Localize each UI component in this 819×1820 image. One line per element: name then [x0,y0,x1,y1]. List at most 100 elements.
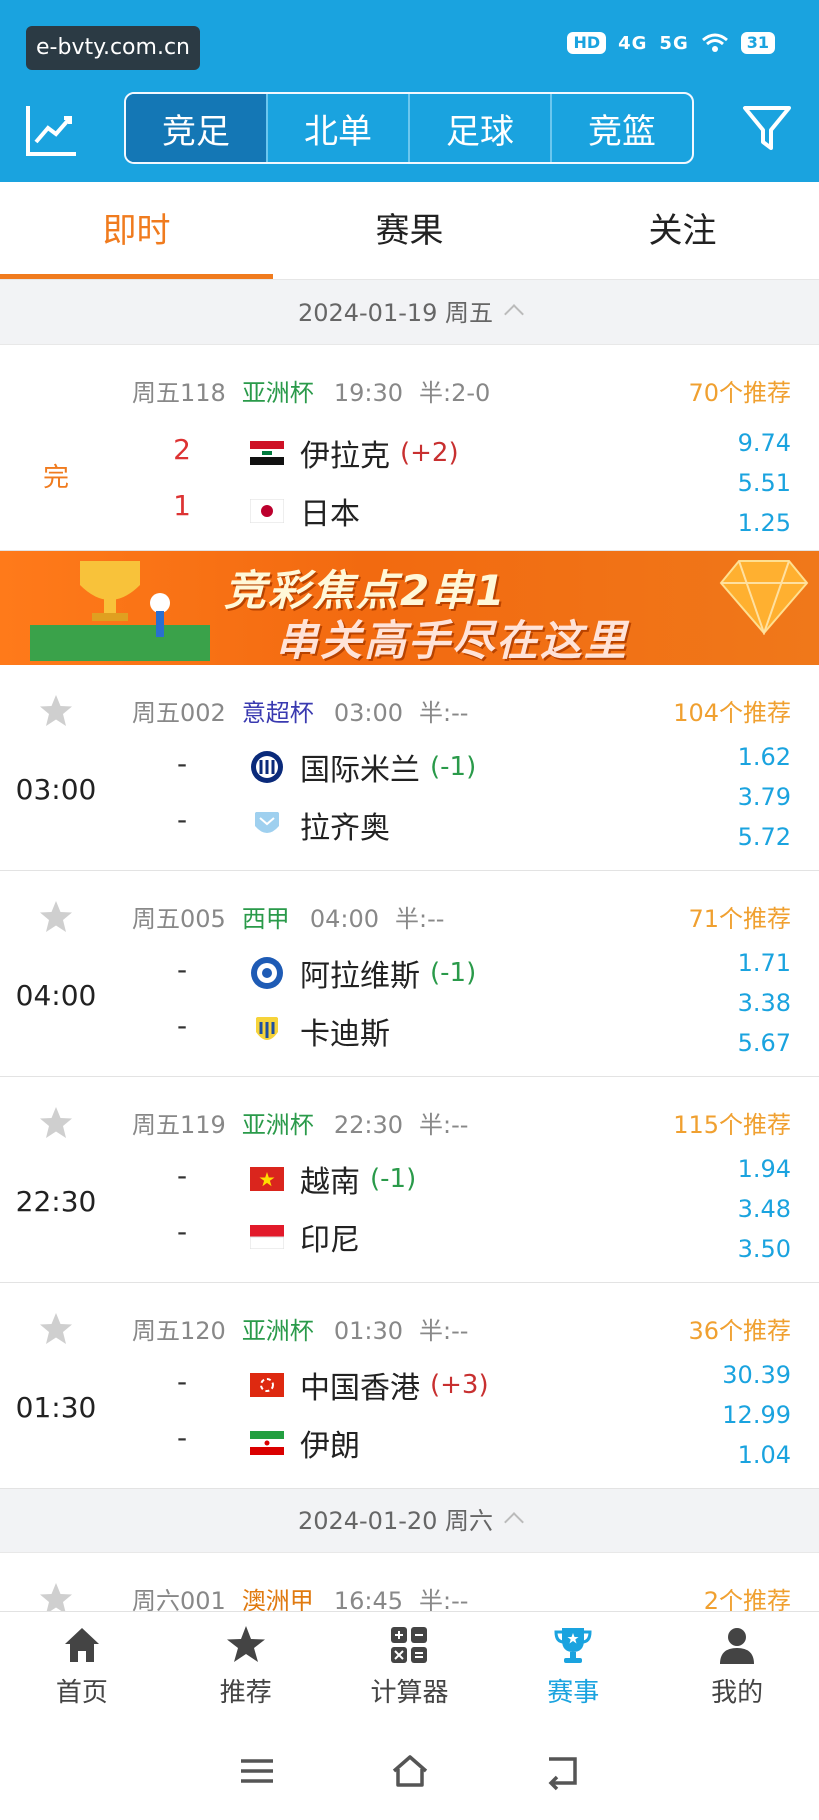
odds-draw[interactable]: 5.51 [738,469,791,497]
odds-home[interactable]: 30.39 [722,1361,791,1389]
nav-calculator[interactable]: 计算器 [328,1612,492,1721]
nav-label: 推荐 [219,1678,272,1708]
segment-football[interactable]: 足球 [408,94,550,162]
header-row: 竞足 北单 足球 竞篮 [0,92,819,166]
odds-away[interactable]: 3.50 [738,1235,791,1263]
match-meta: 周五002 意超杯 03:00 半:-- [132,693,468,728]
home-team: 中国香港 (+3) [250,1363,489,1407]
bottom-nav: 首页 推荐 计算器 赛事 我的 [0,1611,819,1721]
status-icons: HD 4G 5G 31 [567,32,775,54]
person-icon [720,1628,755,1664]
match-row[interactable]: 22:30 周五119 亚洲杯 22:30 半:-- 115个推荐 - - 越南 (-1… [0,1077,819,1283]
wifi-icon [701,33,728,52]
half-score: 半:-- [418,1111,469,1139]
segment-basketball[interactable]: 竞篮 [550,94,692,162]
match-row[interactable]: 03:00 周五002 意超杯 03:00 半:-- 104个推荐 - - 国际米兰 (… [0,665,819,871]
team-name: 中国香港 [300,1371,420,1406]
home-score: 2 [173,433,191,466]
match-row[interactable]: 完 周五118 亚洲杯 19:30 半:2-0 70个推荐 2 1 伊拉克 (+2) 日… [0,345,819,551]
gem-icon [719,560,809,635]
recommend-count[interactable]: 2个推荐 [704,1581,791,1611]
league-name: 亚洲杯 [241,1111,314,1139]
star-icon[interactable] [38,899,74,935]
match-row[interactable]: 04:00 周五005 西甲 04:00 半:-- 71个推荐 - - 阿拉维斯 (-1… [0,871,819,1077]
away-score: - [176,1215,188,1248]
recommend-count[interactable]: 104个推荐 [673,693,791,728]
match-row[interactable]: 周六001 澳洲甲 16:45 半:-- 2个推荐 [0,1553,819,1611]
match-status-col: 完 [0,345,112,550]
status-bar: e-bvty.com.cn HD 4G 5G 31 [0,0,819,90]
match-code: 周五005 [132,905,226,933]
match-status-col: 04:00 [0,871,112,1076]
alaves-logo-icon [251,957,283,989]
odds-away[interactable]: 1.04 [738,1441,791,1469]
star-icon[interactable] [38,1581,74,1611]
half-score: 半:-- [418,1317,469,1345]
date-header[interactable]: 2024-01-19 周五 [0,281,819,345]
odds-away[interactable]: 5.72 [738,823,791,851]
away-score: - [176,1009,188,1042]
view-tabs: 即时 赛果 关注 [0,182,819,280]
match-meta: 周五120 亚洲杯 01:30 半:-- [132,1311,468,1346]
home-team: 阿拉维斯 (-1) [250,951,476,995]
recommend-count[interactable]: 71个推荐 [688,899,791,934]
filter-icon[interactable] [741,102,793,154]
recommend-count[interactable]: 36个推荐 [688,1311,791,1346]
home-team: 国际米兰 (-1) [250,745,476,789]
date-label: 2024-01-19 周五 [297,299,494,327]
segment-jingzu[interactable]: 竞足 [126,94,266,162]
odds-away[interactable]: 1.25 [738,509,791,537]
handicap: (-1) [370,1164,417,1194]
star-icon[interactable] [38,693,74,729]
tab-results[interactable]: 赛果 [273,182,546,279]
nav-matches[interactable]: 赛事 [491,1612,655,1721]
odds-home[interactable]: 1.62 [738,743,791,771]
nav-label: 首页 [55,1678,108,1708]
app-header: e-bvty.com.cn HD 4G 5G 31 竞足 北单 足球 竞篮 [0,0,819,182]
hongkong-flag-icon [250,1373,284,1397]
kickoff-time: 01:30 [333,1317,403,1345]
nav-home[interactable]: 首页 [0,1612,164,1721]
match-list[interactable]: 2024-01-19 周五 完 周五118 亚洲杯 19:30 半:2-0 70个推荐… [0,281,819,1611]
hd-icon: HD [567,32,607,54]
tab-followed[interactable]: 关注 [546,182,819,279]
odds-home[interactable]: 1.71 [738,949,791,977]
match-time: 03:00 [15,773,97,806]
cadiz-logo-icon [256,1017,278,1040]
menu-icon[interactable] [237,1751,277,1791]
half-score: 半:-- [394,905,445,933]
match-status-col: 03:00 [0,665,112,870]
nav-profile[interactable]: 我的 [655,1612,819,1721]
promo-banner[interactable]: 竞彩焦点2串1 串关高手尽在这里 [0,551,819,665]
chart-icon[interactable] [24,102,80,158]
odds-draw[interactable]: 3.79 [738,783,791,811]
watermark: e-bvty.com.cn [26,26,200,70]
odds-away[interactable]: 5.67 [738,1029,791,1057]
iran-flag-icon [250,1431,284,1455]
tab-live[interactable]: 即时 [0,182,273,279]
home-icon [64,1628,99,1662]
star-icon [226,1626,265,1662]
home-outline-icon[interactable] [390,1751,430,1791]
match-time: 22:30 [15,1185,97,1218]
back-icon[interactable] [543,1751,583,1791]
indonesia-flag-icon [250,1225,284,1249]
odds-draw[interactable]: 3.38 [738,989,791,1017]
match-row[interactable]: 01:30 周五120 亚洲杯 01:30 半:-- 36个推荐 - - 中国香港 (+… [0,1283,819,1489]
star-icon[interactable] [38,1311,74,1347]
odds-home[interactable]: 9.74 [738,429,791,457]
odds-home[interactable]: 1.94 [738,1155,791,1183]
date-header[interactable]: 2024-01-20 周六 [0,1489,819,1553]
star-icon[interactable] [38,1105,74,1141]
segment-beidan[interactable]: 北单 [266,94,408,162]
away-score: 1 [173,489,191,522]
date-label: 2024-01-20 周六 [297,1507,494,1535]
half-score: 半:2-0 [418,379,491,407]
match-code: 周五119 [132,1111,226,1139]
category-segments: 竞足 北单 足球 竞篮 [124,92,694,164]
odds-draw[interactable]: 12.99 [722,1401,791,1429]
nav-recommend[interactable]: 推荐 [164,1612,328,1721]
recommend-count[interactable]: 115个推荐 [673,1105,791,1140]
recommend-count[interactable]: 70个推荐 [688,373,791,408]
odds-draw[interactable]: 3.48 [738,1195,791,1223]
